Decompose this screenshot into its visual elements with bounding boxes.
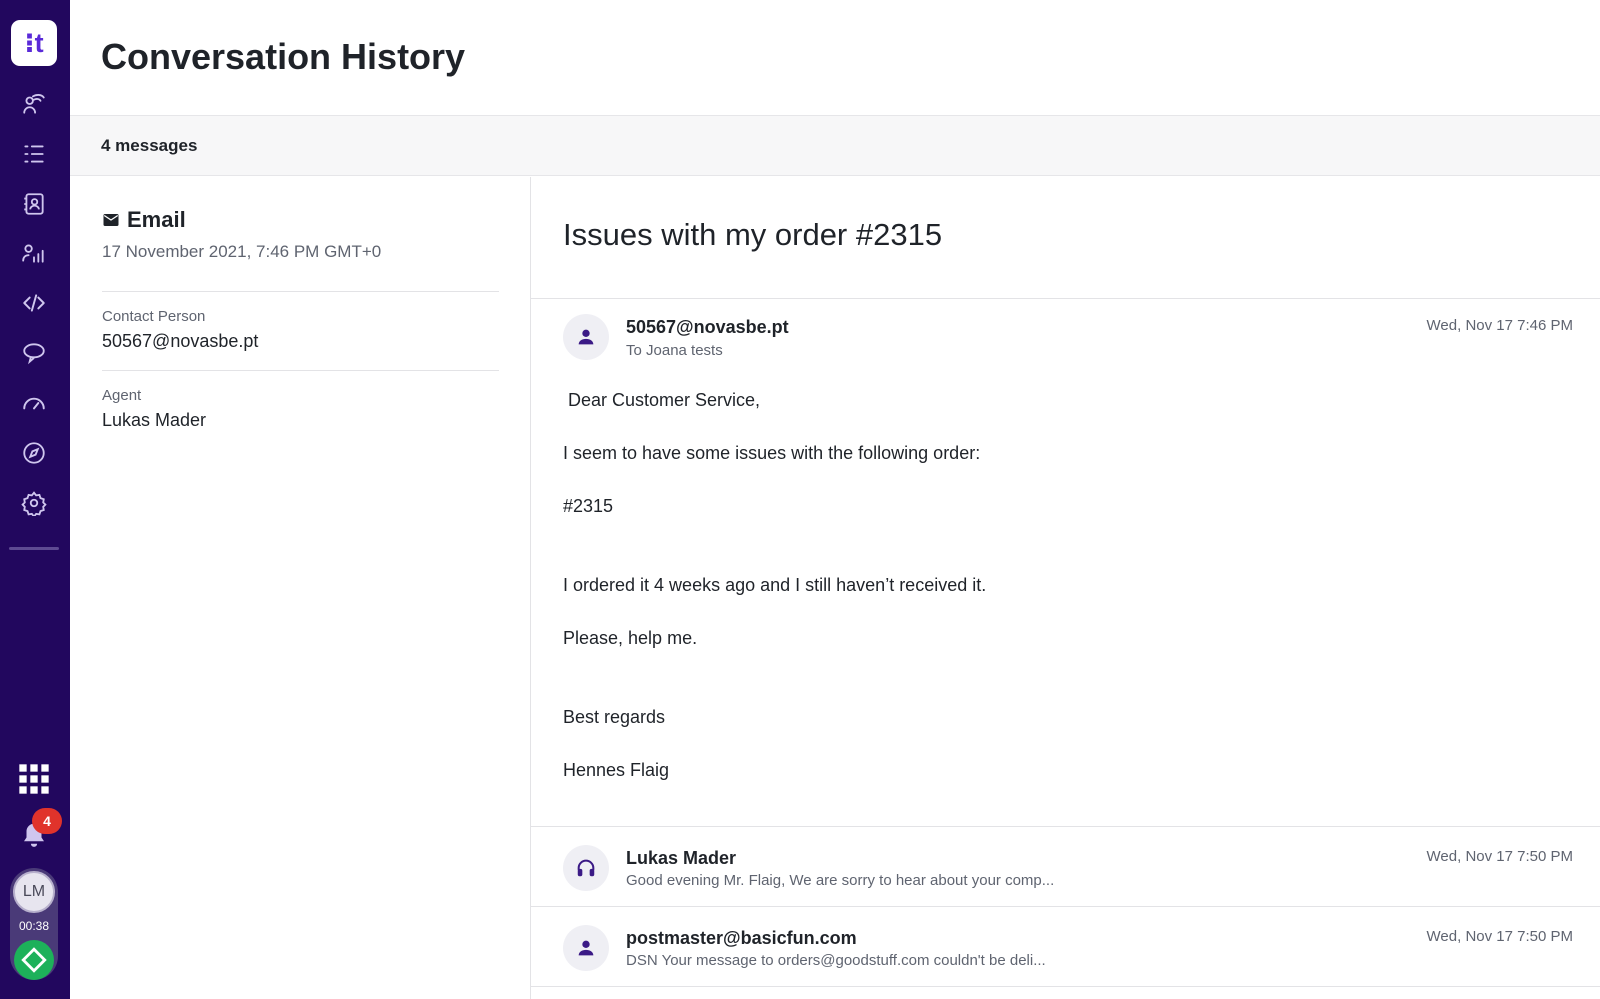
message-body-line: I seem to have some issues with the foll… [563, 443, 981, 463]
divider [531, 986, 1600, 987]
channel-name: Email [127, 207, 186, 232]
avatar[interactable]: LM [13, 871, 55, 913]
headset-icon [577, 859, 595, 877]
conversation-details-panel: Email 17 November 2021, 7:46 PM GMT+0 Co… [70, 177, 531, 999]
message-count-bar: 4 messages [70, 116, 1600, 176]
contacts-icon[interactable] [18, 188, 50, 220]
app-logo[interactable]: ⁝t [11, 20, 57, 66]
message-body-line: Dear Customer Service, [563, 390, 761, 410]
message-body-line: #2315 [563, 496, 614, 516]
divider [531, 298, 1600, 299]
message-count: 4 messages [101, 136, 198, 155]
availability-status-icon[interactable] [14, 940, 54, 980]
session-timer: 00:38 [18, 919, 50, 933]
message-time: Wed, Nov 17 7:46 PM [1426, 317, 1573, 334]
conversation-subject: Issues with my order #2315 [563, 217, 943, 252]
compass-icon[interactable] [18, 437, 50, 469]
message-preview: Good evening Mr. Flaig, We are sorry to … [626, 872, 1055, 889]
message-time: Wed, Nov 17 7:50 PM [1426, 848, 1573, 865]
agent-label: Agent [102, 387, 142, 404]
message-sender: postmaster@basicfun.com [626, 928, 857, 948]
message-body-line: Please, help me. [563, 628, 698, 648]
sender-avatar [563, 314, 609, 360]
code-icon[interactable] [18, 287, 50, 319]
divider [531, 826, 1600, 827]
sidebar-divider [9, 547, 59, 550]
sender-avatar [563, 845, 609, 891]
conversation-date: 17 November 2021, 7:46 PM GMT+0 [102, 242, 382, 261]
dashboard-gauge-icon[interactable] [18, 387, 50, 419]
person-icon [578, 940, 594, 956]
chat-icon[interactable] [18, 337, 50, 369]
mail-icon [103, 214, 119, 226]
page-title: Conversation History [101, 36, 466, 77]
message-time: Wed, Nov 17 7:50 PM [1426, 928, 1573, 945]
message-sender: Lukas Mader [626, 848, 737, 868]
contact-person-label: Contact Person [102, 308, 206, 325]
tasks-list-icon[interactable] [18, 138, 50, 170]
person-icon [578, 329, 594, 345]
divider [531, 906, 1600, 907]
message-sender: 50567@novasbe.pt [626, 317, 789, 337]
message-body-line: Best regards [563, 707, 666, 727]
page-header: Conversation History [70, 0, 1600, 116]
message-body-line: I ordered it 4 weeks ago and I still hav… [563, 575, 987, 595]
sender-avatar [563, 925, 609, 971]
message-body-line: Hennes Flaig [563, 760, 670, 780]
analytics-icon[interactable] [18, 237, 50, 269]
channel-header: Email [102, 207, 186, 233]
conversation-thread: Issues with my order #2315 50567@novasbe… [531, 177, 1600, 999]
settings-gear-icon[interactable] [18, 487, 50, 519]
notifications-badge: 4 [32, 808, 62, 834]
contact-person-value: 50567@novasbe.pt [102, 331, 259, 351]
apps-grid-icon[interactable] [18, 763, 50, 795]
message-recipient: To Joana tests [626, 342, 723, 359]
message-preview: DSN Your message to orders@goodstuff.com… [626, 952, 1046, 969]
agent-value: Lukas Mader [102, 410, 207, 430]
divider [102, 370, 499, 371]
divider [102, 291, 499, 292]
routing-icon[interactable] [18, 88, 50, 120]
sidebar: ⁝t 4 LM 00:38 [0, 0, 70, 999]
